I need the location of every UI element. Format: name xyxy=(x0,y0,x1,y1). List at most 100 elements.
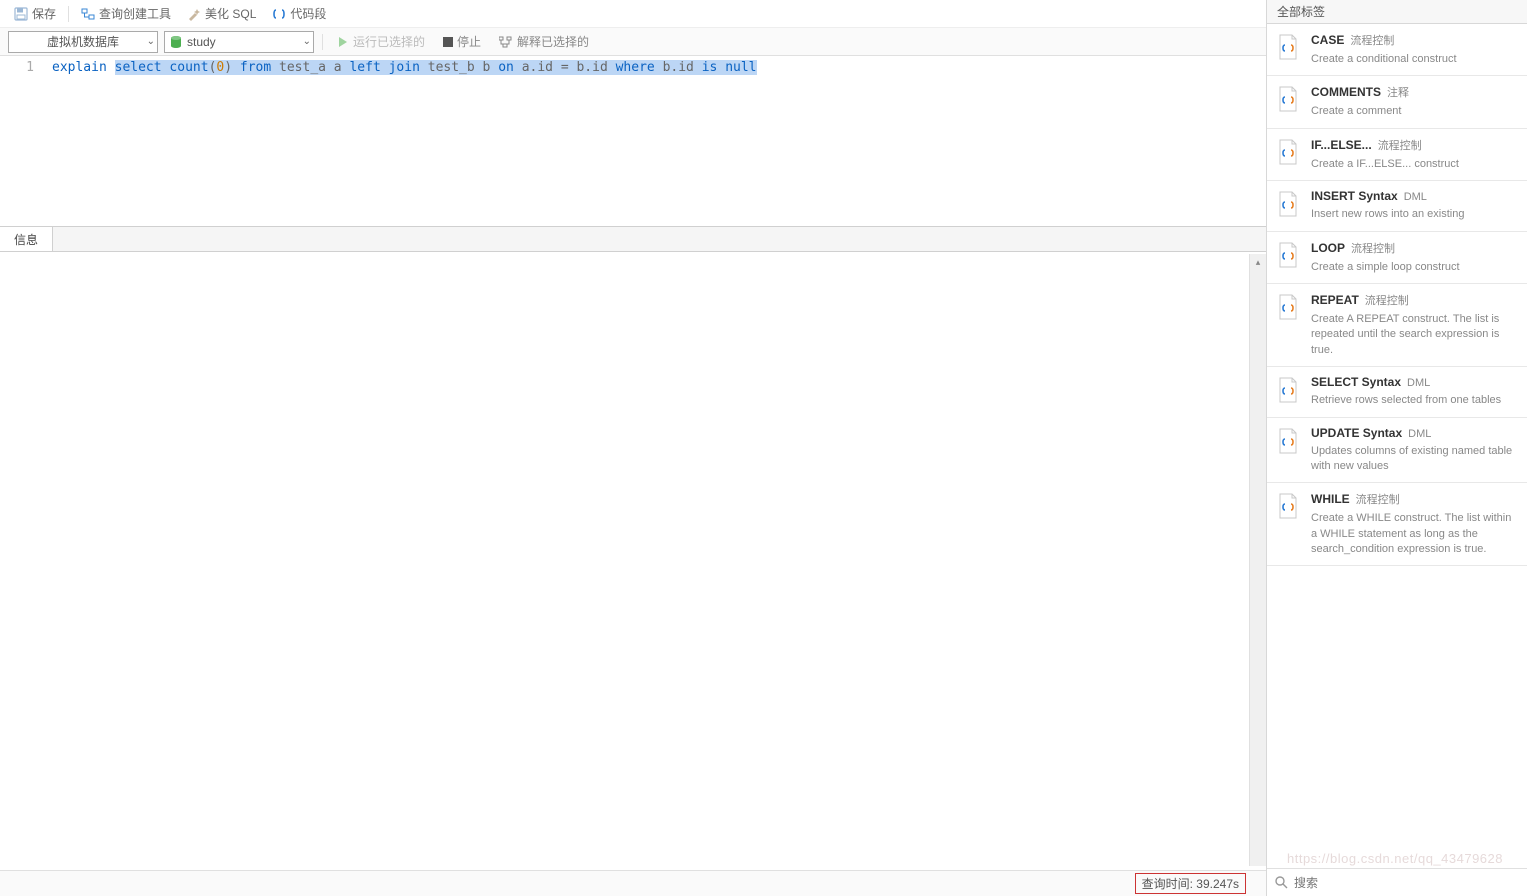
snippet-desc: Create a IF...ELSE... construct xyxy=(1311,157,1517,172)
snippet-item[interactable]: IF...ELSE... 流程控制 Create a IF...ELSE... co… xyxy=(1267,129,1527,181)
snippet-item[interactable]: UPDATE SyntaxDMLUpdates columns of exist… xyxy=(1267,418,1527,484)
separator xyxy=(322,34,323,50)
snippet-icon xyxy=(272,7,286,21)
search-icon xyxy=(1275,876,1288,889)
line-gutter: 1 xyxy=(0,56,44,226)
snippet-desc: Create a WHILE construct. The list withi… xyxy=(1311,511,1517,557)
snippet-tag: 流程控制 xyxy=(1378,137,1422,153)
snippet-search[interactable] xyxy=(1267,868,1527,896)
tok-is: is xyxy=(702,60,718,75)
snippet-title: IF...ELSE... xyxy=(1311,138,1372,152)
snippet-title: COMMENTS xyxy=(1311,85,1381,99)
snippet-item[interactable]: INSERT SyntaxDMLInsert new rows into an … xyxy=(1267,181,1527,231)
snippet-desc: Create a simple loop construct xyxy=(1311,260,1517,275)
play-icon xyxy=(337,36,349,48)
save-icon xyxy=(14,7,28,21)
stop-button[interactable]: 停止 xyxy=(437,33,487,50)
scroll-up-icon[interactable]: ▴ xyxy=(1250,254,1266,271)
tok-from: from xyxy=(240,60,271,75)
snippet-button[interactable]: 代码段 xyxy=(266,3,332,24)
snippet-item[interactable]: CASE流程控制Create a conditional construct xyxy=(1267,24,1527,76)
beautify-sql-button[interactable]: 美化 SQL xyxy=(181,3,262,24)
database-value: study xyxy=(187,35,216,49)
snippet-item[interactable]: SELECT Syntax DML Retrieve rows selected f… xyxy=(1267,367,1527,417)
snippet-panel-header[interactable]: 全部标签 xyxy=(1267,0,1527,24)
snippet-tag: 流程控制 xyxy=(1365,292,1409,308)
beautify-icon xyxy=(187,7,201,21)
snippet-item[interactable]: COMMENTS 注释 Create a comment xyxy=(1267,76,1527,128)
connection-value: 虚拟机数据库 xyxy=(47,33,119,50)
snippet-file-icon xyxy=(1277,294,1299,320)
snippet-file-icon xyxy=(1277,242,1299,268)
snippet-title: SELECT Syntax xyxy=(1311,375,1401,389)
chevron-down-icon: ⌄ xyxy=(147,36,155,47)
explain-button[interactable]: 解释已选择的 xyxy=(493,33,595,50)
run-button[interactable]: 运行已选择的 xyxy=(331,33,431,50)
stop-icon xyxy=(443,37,453,47)
tok-ta: test_a a xyxy=(279,60,342,75)
database-icon xyxy=(169,35,183,49)
snippet-panel-title: 全部标签 xyxy=(1277,3,1325,20)
snippet-title: INSERT Syntax xyxy=(1311,189,1398,203)
save-button[interactable]: 保存 xyxy=(8,3,62,24)
tok-select: select xyxy=(115,60,162,75)
chevron-down-icon: ⌄ xyxy=(303,36,311,47)
query-time-label: 查询时间: xyxy=(1142,877,1193,891)
tok-tb: test_b b xyxy=(428,60,491,75)
database-select[interactable]: study ⌄ xyxy=(164,31,314,53)
snippet-desc: Retrieve rows selected from one tables xyxy=(1311,393,1517,408)
snippet-file-icon xyxy=(1277,34,1299,60)
status-bar: 查询时间: 39.247s xyxy=(0,870,1266,896)
snippet-title: CASE xyxy=(1311,33,1344,47)
snippet-title: LOOP xyxy=(1311,241,1345,255)
tok-where: where xyxy=(616,60,655,75)
connection-select[interactable]: 虚拟机数据库 ⌄ xyxy=(8,31,158,53)
tab-info-label: 信息 xyxy=(14,231,38,248)
scrollbar[interactable]: ▴ xyxy=(1249,254,1266,866)
second-toolbar: 虚拟机数据库 ⌄ study ⌄ 运行已选择的 停止 xyxy=(0,28,1266,56)
explain-icon xyxy=(499,36,513,48)
beautify-label: 美化 SQL xyxy=(205,5,256,22)
snippet-item[interactable]: LOOP 流程控制 Create a simple loop construct xyxy=(1267,232,1527,284)
snippet-file-icon xyxy=(1277,428,1299,454)
snippet-tag: 流程控制 xyxy=(1351,240,1395,256)
tok-bid: b.id xyxy=(663,60,694,75)
snippet-file-icon xyxy=(1277,191,1299,217)
explain-label: 解释已选择的 xyxy=(517,33,589,50)
query-builder-label: 查询创建工具 xyxy=(99,5,171,22)
run-label: 运行已选择的 xyxy=(353,33,425,50)
query-builder-button[interactable]: 查询创建工具 xyxy=(75,3,177,24)
tok-cond: a.id = b.id xyxy=(522,60,608,75)
tok-null: null xyxy=(725,60,756,75)
code-area[interactable]: explain select count(0) from test_a a le… xyxy=(44,56,1266,226)
snippet-list: CASE流程控制Create a conditional constructCO… xyxy=(1267,24,1527,868)
top-toolbar: 保存 查询创建工具 美化 SQL 代码段 xyxy=(0,0,1266,28)
snippet-file-icon xyxy=(1277,139,1299,165)
tok-explain: explain xyxy=(52,60,107,75)
stop-label: 停止 xyxy=(457,33,481,50)
tab-info[interactable]: 信息 xyxy=(0,227,53,251)
tok-join: join xyxy=(389,60,420,75)
sql-editor[interactable]: 1 explain select count(0) from test_a a … xyxy=(0,56,1266,226)
snippet-desc: Create A REPEAT construct. The list is r… xyxy=(1311,312,1517,358)
snippet-file-icon xyxy=(1277,86,1299,112)
snippet-tag: 注释 xyxy=(1387,84,1409,100)
snippet-search-input[interactable] xyxy=(1294,876,1519,890)
result-area xyxy=(0,252,1266,896)
snippet-tag: DML xyxy=(1404,191,1427,203)
snippet-file-icon xyxy=(1277,377,1299,403)
save-label: 保存 xyxy=(32,5,56,22)
snippet-desc: Updates columns of existing named table … xyxy=(1311,444,1517,475)
snippet-title: UPDATE Syntax xyxy=(1311,426,1402,440)
snippet-desc: Create a conditional construct xyxy=(1311,52,1517,67)
line-number: 1 xyxy=(0,60,34,75)
snippet-tag: DML xyxy=(1407,377,1430,389)
snippet-item[interactable]: WHILE流程控制Create a WHILE construct. The l… xyxy=(1267,483,1527,566)
snippet-desc: Create a comment xyxy=(1311,104,1517,119)
snippet-label: 代码段 xyxy=(290,5,326,22)
snippet-panel: 全部标签 CASE流程控制Create a conditional constr… xyxy=(1266,0,1527,896)
separator xyxy=(68,6,69,22)
snippet-item[interactable]: REPEAT流程控制Create A REPEAT construct. The… xyxy=(1267,284,1527,367)
result-tabbar: 信息 xyxy=(0,226,1266,252)
snippet-file-icon xyxy=(1277,493,1299,519)
